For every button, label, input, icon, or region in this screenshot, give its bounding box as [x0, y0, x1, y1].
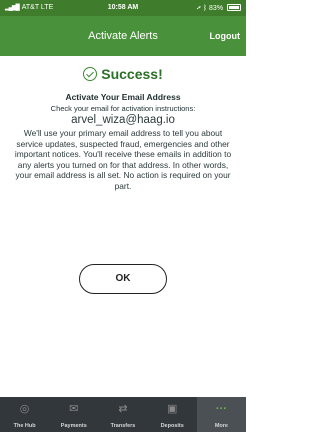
instructions-text: Check your email for activation instruct… [50, 104, 196, 113]
tab-transfers[interactable]: ⇄ Transfers [98, 397, 147, 432]
tab-label: More [214, 423, 228, 429]
ok-button[interactable]: OK [79, 264, 167, 294]
location-arrow-icon: ➚ [196, 5, 201, 12]
body-text: We'll use your primary email address to … [14, 128, 232, 191]
check-circle-icon [83, 67, 98, 81]
activate-heading: Activate Your Email Address [65, 92, 181, 102]
tab-more[interactable]: ··· More [196, 397, 246, 432]
tab-the-hub[interactable]: ◎ The Hub [0, 397, 49, 432]
deposits-icon: ▣ [166, 403, 178, 415]
app-header: Activate Alerts Logout [0, 16, 246, 56]
logout-button[interactable]: Logout [210, 31, 241, 41]
tab-label: Payments [60, 423, 87, 429]
tab-payments[interactable]: ✉ Payments [49, 397, 98, 432]
tab-deposits[interactable]: ▣ Deposits [148, 397, 197, 432]
battery-percent: 83% [209, 5, 224, 12]
tab-label: Deposits [160, 423, 184, 429]
more-dots-icon: ··· [215, 403, 227, 415]
success-heading: Success! [0, 62, 246, 86]
transfers-icon: ⇄ [118, 403, 128, 415]
success-text: Success! [101, 66, 163, 82]
tab-label: Transfers [110, 423, 136, 429]
payments-icon: ✉ [69, 403, 79, 415]
email-address: arvel_wiza@haag.io [71, 114, 175, 126]
battery-icon [227, 4, 241, 11]
status-bar: ▂▄▆█ AT&T LTE 10:58 AM ➚ ᛒ 83% [0, 0, 246, 16]
hub-icon: ◎ [19, 403, 30, 415]
tab-label: The Hub [13, 423, 36, 429]
tab-bar: ◎ The Hub ✉ Payments ⇄ Transfers ▣ Depos… [0, 397, 246, 432]
activate-alerts-screen: ▂▄▆█ AT&T LTE 10:58 AM ➚ ᛒ 83% Activate A… [0, 0, 246, 432]
bluetooth-icon: ᛒ [202, 5, 208, 12]
